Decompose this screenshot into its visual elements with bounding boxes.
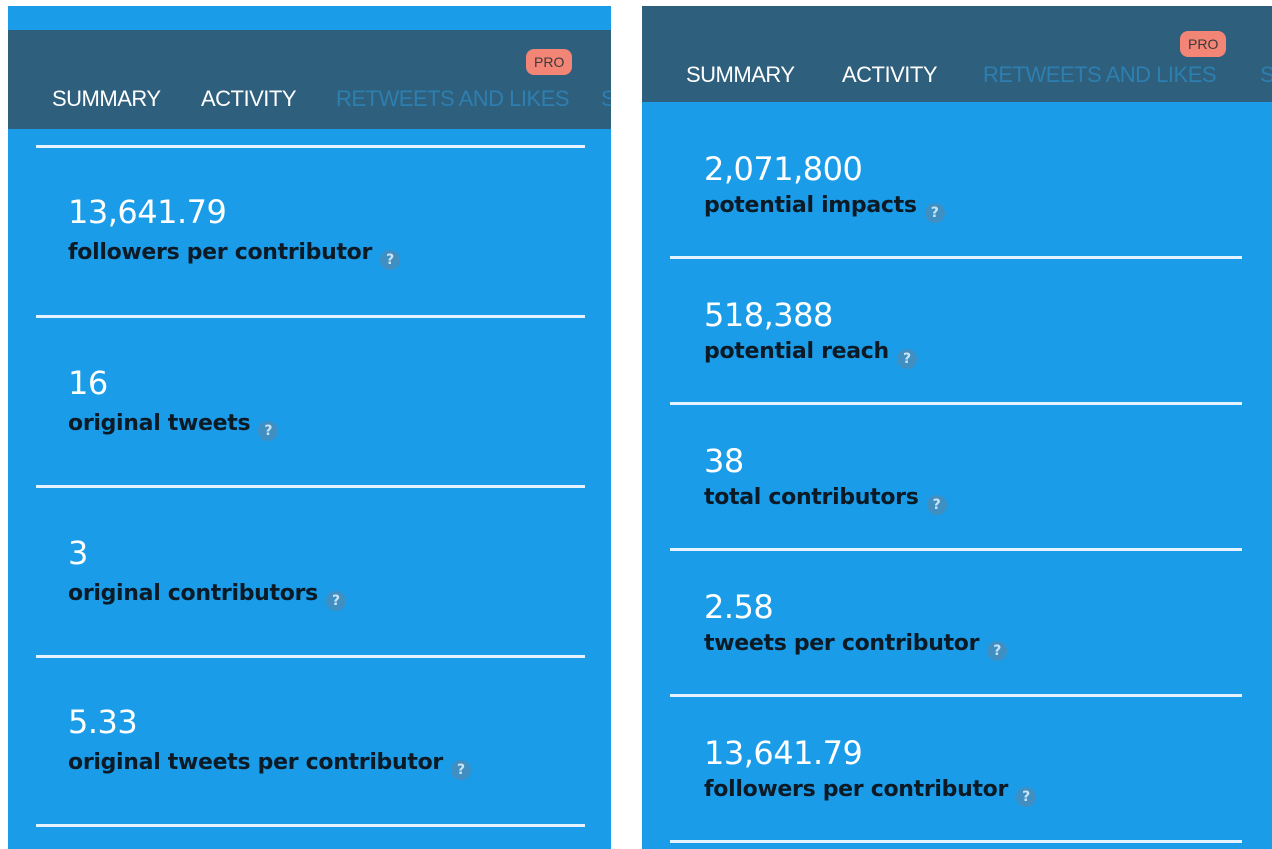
help-icon[interactable]: ? [1016, 787, 1037, 807]
stat-potential-impacts: potential impacts? [704, 193, 945, 223]
stat-label: potential reach [704, 339, 889, 364]
tab-next-truncated[interactable]: S [601, 86, 611, 112]
help-icon[interactable]: ? [258, 421, 279, 441]
pro-badge: PRO [526, 49, 573, 75]
divider [670, 256, 1242, 259]
stat-tweets-per-contributor: tweets per contributor? [704, 631, 1008, 661]
tab-activity[interactable]: ACTIVITY [201, 86, 297, 112]
stat-potential-reach: potential reach? [704, 339, 917, 369]
tab-retweets-and-likes[interactable]: RETWEETS AND LIKES [983, 62, 1217, 88]
help-icon[interactable]: ? [325, 591, 346, 611]
stat-label: tweets per contributor [704, 631, 980, 656]
navbar: SUMMARY ACTIVITY RETWEETS AND LIKES S PR… [8, 30, 611, 129]
stat-total-contributors: total contributors? [704, 485, 947, 515]
stat-followers-per-contributor: followers per contributor? [68, 240, 401, 270]
stat-label: potential impacts [704, 193, 917, 218]
stat-value-followers-per-contributor: 13,641.79 [704, 734, 863, 772]
stat-label: original tweets [68, 411, 251, 436]
stat-value-original-tweets: 16 [68, 364, 108, 402]
divider [36, 315, 585, 318]
divider [670, 402, 1242, 405]
stat-value-original-contributors: 3 [68, 534, 88, 572]
tab-activity[interactable]: ACTIVITY [842, 62, 938, 88]
stat-followers-per-contributor: followers per contributor? [704, 777, 1037, 807]
stat-label: original tweets per contributor [68, 750, 443, 775]
stat-label: total contributors [704, 485, 919, 510]
pro-badge: PRO [1180, 31, 1227, 57]
stat-value-potential-impacts: 2,071,800 [704, 150, 863, 188]
tab-next-truncated[interactable]: S [1260, 62, 1272, 88]
stat-label: followers per contributor [704, 777, 1009, 802]
navbar: SUMMARY ACTIVITY RETWEETS AND LIKES S PR… [642, 6, 1272, 102]
stat-value-total-contributors: 38 [704, 442, 744, 480]
divider [36, 824, 585, 827]
left-stats-panel: SUMMARY ACTIVITY RETWEETS AND LIKES S PR… [8, 6, 611, 849]
divider [36, 485, 585, 488]
stat-original-contributors: original contributors? [68, 581, 346, 611]
help-icon[interactable]: ? [987, 641, 1008, 661]
help-icon[interactable]: ? [896, 349, 917, 369]
tab-summary[interactable]: SUMMARY [686, 62, 795, 88]
divider [670, 694, 1242, 697]
stat-original-tweets-per-contributor: original tweets per contributor? [68, 750, 471, 780]
stat-value-potential-reach: 518,388 [704, 296, 833, 334]
stat-label: original contributors [68, 581, 318, 606]
stat-original-tweets: original tweets? [68, 411, 279, 441]
help-icon[interactable]: ? [924, 203, 945, 223]
divider [670, 548, 1242, 551]
stat-value-followers-per-contributor: 13,641.79 [68, 193, 227, 231]
help-icon[interactable]: ? [450, 760, 471, 780]
divider [36, 145, 585, 148]
stat-value-original-tweets-per-contributor: 5.33 [68, 703, 138, 741]
right-stats-panel: SUMMARY ACTIVITY RETWEETS AND LIKES S PR… [642, 6, 1272, 849]
tab-summary[interactable]: SUMMARY [52, 86, 161, 112]
divider [670, 840, 1242, 843]
help-icon[interactable]: ? [380, 250, 401, 270]
stat-value-tweets-per-contributor: 2.58 [704, 588, 774, 626]
tab-retweets-and-likes[interactable]: RETWEETS AND LIKES [336, 86, 570, 112]
stat-label: followers per contributor [68, 240, 373, 265]
divider [36, 655, 585, 658]
help-icon[interactable]: ? [926, 495, 947, 515]
